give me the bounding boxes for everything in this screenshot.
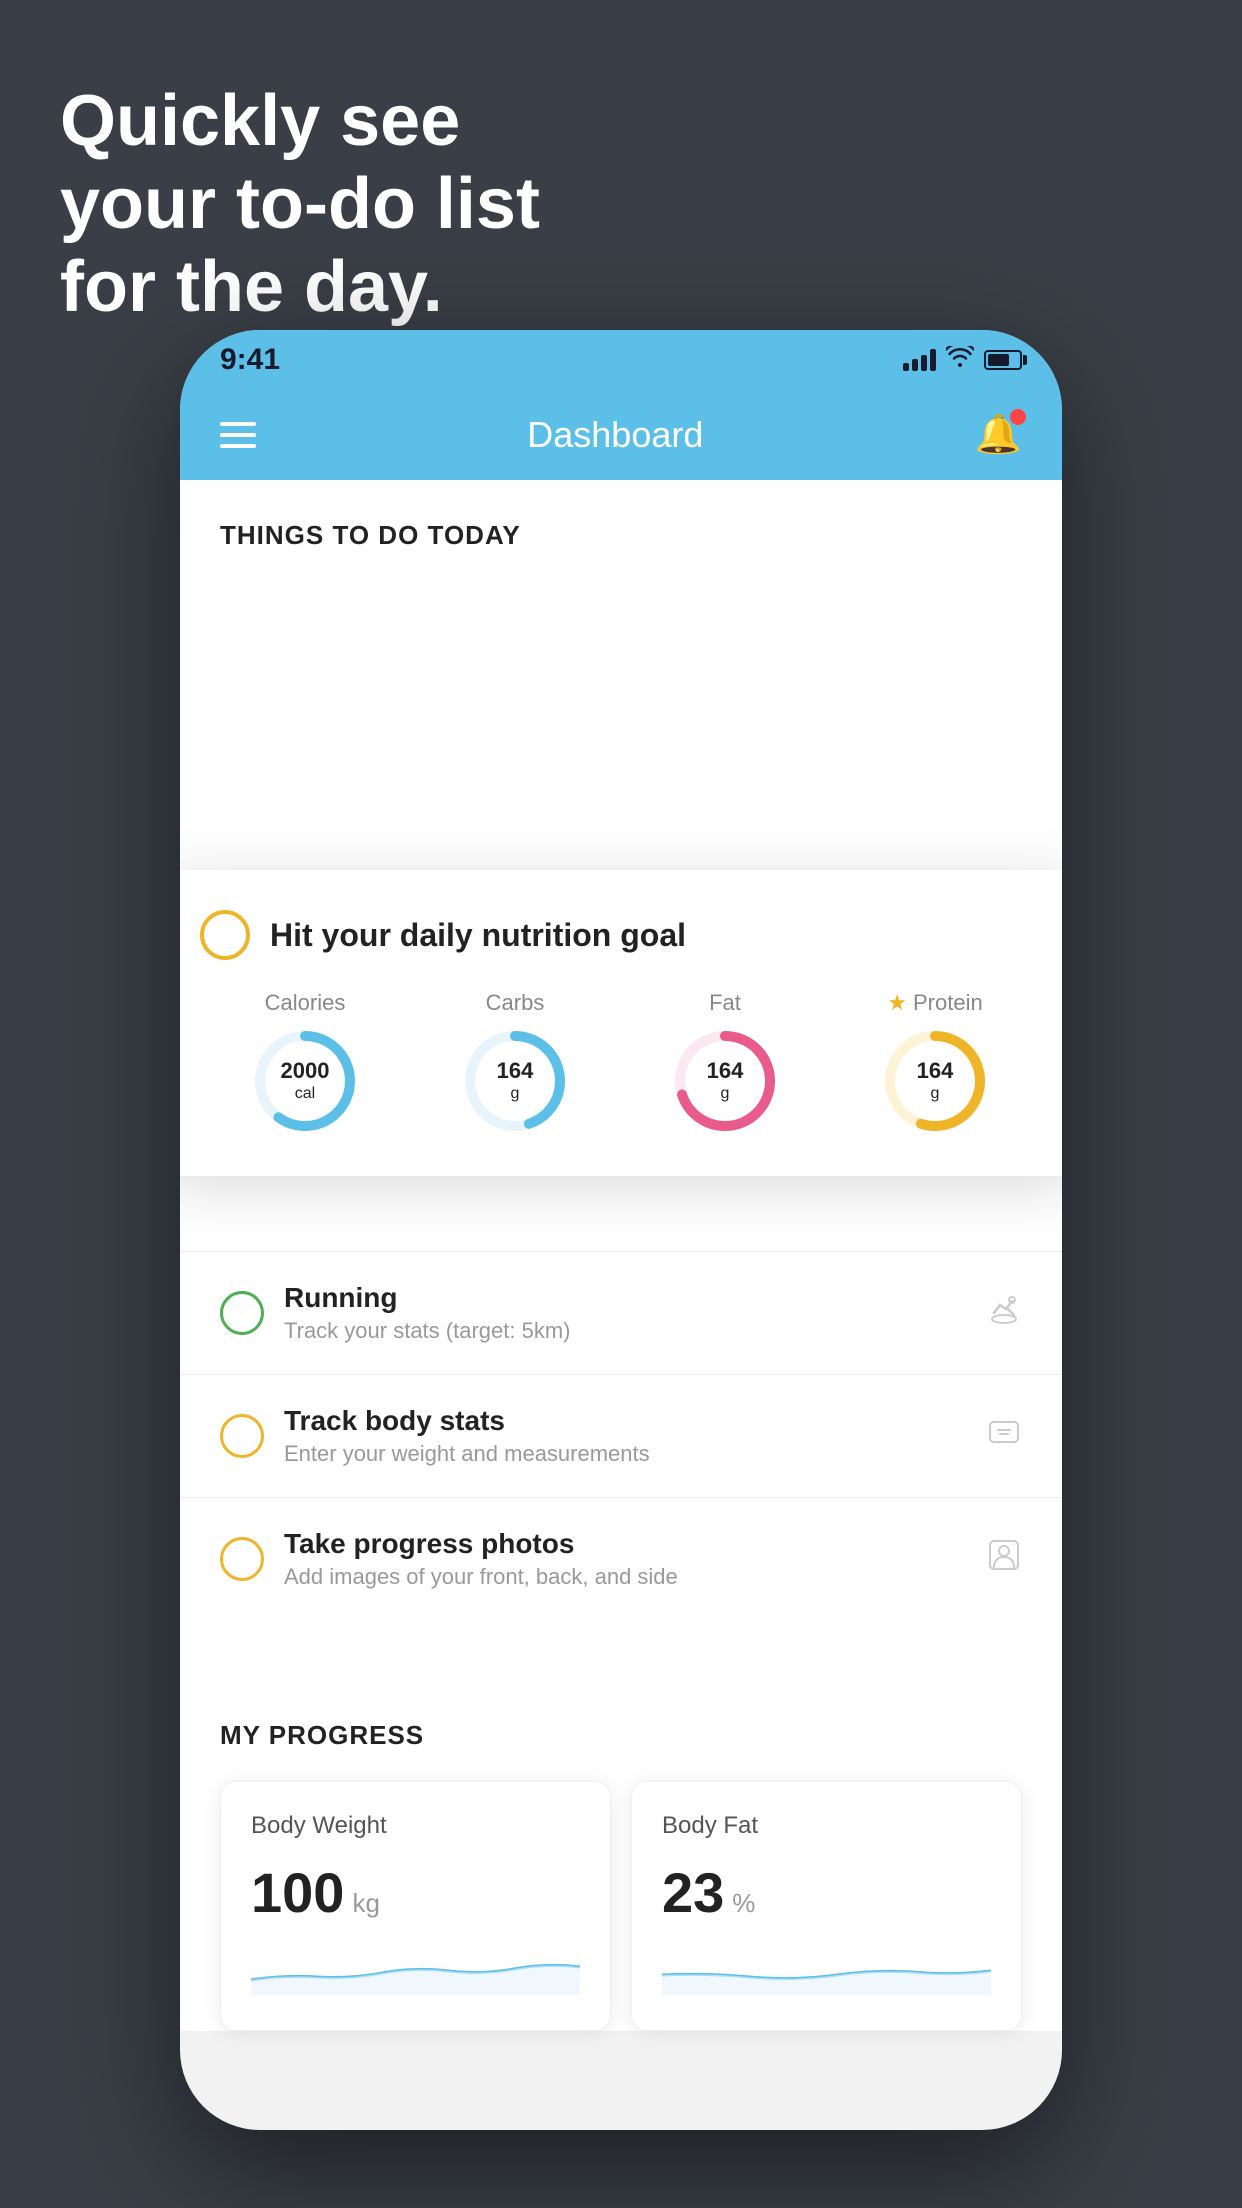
todo-running[interactable]: Running Track your stats (target: 5km) [180,1251,1062,1374]
carbs-value: 164g [497,1058,534,1104]
protein-value: 164g [917,1058,954,1104]
wifi-icon [946,346,974,374]
background-headline: Quickly see your to-do list for the day. [60,80,540,328]
photos-title: Take progress photos [284,1528,966,1560]
task-checkbox[interactable] [200,910,250,960]
fat-chart: 164g [670,1026,780,1136]
status-icons [903,346,1022,374]
notification-dot [1010,409,1026,425]
fat-label: Fat [709,990,741,1016]
body-weight-card[interactable]: Body Weight 100 kg [220,1781,611,2031]
photos-subtitle: Add images of your front, back, and side [284,1564,966,1590]
carbs-label: Carbs [486,990,545,1016]
body-weight-number: 100 [251,1860,344,1925]
section-title: THINGS TO DO TODAY [180,480,1062,571]
body-fat-value-row: 23 % [662,1860,991,1925]
protein-label: ★ Protein [887,990,982,1016]
fat-item: Fat 164g [670,990,780,1136]
protein-item: ★ Protein 164g [880,990,990,1136]
photos-text: Take progress photos Add images of your … [284,1528,966,1590]
running-text: Running Track your stats (target: 5km) [284,1282,966,1344]
body-fat-unit: % [732,1888,755,1919]
running-title: Running [284,1282,966,1314]
menu-button[interactable] [220,422,256,448]
body-weight-value-row: 100 kg [251,1860,580,1925]
calories-label: Calories [265,990,346,1016]
nutrition-card: Hit your daily nutrition goal Calories [180,870,1062,1176]
todo-body-stats[interactable]: Track body stats Enter your weight and m… [180,1374,1062,1497]
fat-value: 164g [707,1058,744,1104]
todo-list: Running Track your stats (target: 5km) [180,1251,1062,1620]
notification-bell[interactable]: 🔔 [975,413,1022,457]
running-subtitle: Track your stats (target: 5km) [284,1318,966,1344]
body-stats-subtitle: Enter your weight and measurements [284,1441,966,1467]
body-stats-title: Track body stats [284,1405,966,1437]
body-weight-label: Body Weight [251,1812,580,1840]
body-stats-text: Track body stats Enter your weight and m… [284,1405,966,1467]
carbs-item: Carbs 164g [460,990,570,1136]
scale-icon [986,1414,1022,1459]
star-icon: ★ [887,990,907,1016]
body-fat-chart [662,1945,991,1995]
body-fat-label: Body Fat [662,1812,991,1840]
running-icon [986,1291,1022,1336]
body-fat-number: 23 [662,1860,724,1925]
battery-icon [984,350,1022,370]
nutrition-row: Calories 2000cal [200,990,1040,1136]
body-stats-checkbox[interactable] [220,1414,264,1458]
progress-section: MY PROGRESS Body Weight 100 kg [180,1680,1062,2031]
calories-chart: 2000cal [250,1026,360,1136]
body-weight-unit: kg [352,1888,379,1919]
progress-cards: Body Weight 100 kg Bo [220,1781,1022,2031]
status-bar: 9:41 [180,330,1062,390]
signal-icon [903,349,936,371]
body-weight-chart [251,1945,580,1995]
running-checkbox[interactable] [220,1291,264,1335]
card-title-row: Hit your daily nutrition goal [200,910,1040,960]
content-area: THINGS TO DO TODAY Hit your daily nutrit… [180,480,1062,2031]
progress-title: MY PROGRESS [220,1720,1022,1751]
photos-checkbox[interactable] [220,1537,264,1581]
status-time: 9:41 [220,343,280,377]
scroll-content: THINGS TO DO TODAY Hit your daily nutrit… [180,480,1062,2130]
carbs-chart: 164g [460,1026,570,1136]
card-title: Hit your daily nutrition goal [270,917,686,954]
phone-frame: 9:41 [180,330,1062,2130]
calories-item: Calories 2000cal [250,990,360,1136]
header-title: Dashboard [527,414,703,456]
body-fat-card[interactable]: Body Fat 23 % [631,1781,1022,2031]
app-header: Dashboard 🔔 [180,390,1062,480]
protein-chart: 164g [880,1026,990,1136]
person-icon [986,1537,1022,1582]
calories-value: 2000cal [281,1058,330,1104]
todo-progress-photos[interactable]: Take progress photos Add images of your … [180,1497,1062,1620]
